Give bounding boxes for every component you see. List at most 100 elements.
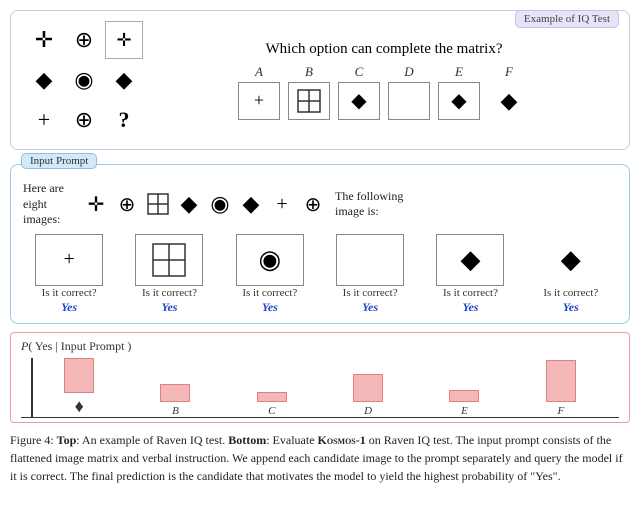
candidate-b-box — [135, 234, 203, 286]
bar-col-a: ♦ — [31, 358, 127, 417]
prompt-text-left: Here are eight images: — [23, 181, 78, 228]
figure-caption: Figure 4: Top: An example of Raven IQ te… — [10, 431, 630, 485]
bar-e — [449, 390, 479, 402]
caption-top-text: : An example of Raven IQ test. — [76, 433, 228, 447]
prompt-sym-4: ◆ — [175, 190, 203, 218]
matrix-cell-5: ◉ — [65, 61, 103, 99]
candidate-e-box: ◆ — [436, 234, 504, 286]
candidate-a-box: + — [35, 234, 103, 286]
candidates-section: + Is it correct? Yes Is it correct? Yes — [23, 228, 617, 315]
matrix-cell-2: ⊕ — [65, 21, 103, 59]
candidate-a-yes: Yes — [61, 300, 77, 315]
prompt-text-right: The following image is: — [335, 189, 403, 220]
option-b: B — [288, 64, 330, 120]
input-prompt-panel: Input Prompt Here are eight images: ✛ ⊕ … — [10, 164, 630, 324]
candidate-e-yes: Yes — [462, 300, 478, 315]
bar-col-b: B — [127, 384, 223, 417]
bar-label-b: B — [172, 405, 179, 417]
prompt-sym-6: ◆ — [237, 190, 265, 218]
candidate-b: Is it correct? Yes — [135, 234, 203, 315]
iq-test-label: Example of IQ Test — [515, 10, 619, 28]
prompt-sym-7: + — [268, 190, 296, 218]
option-c: C ◆ — [338, 64, 380, 120]
top-right-section: Which option can complete the matrix? A … — [153, 41, 615, 120]
caption-bottom-text: : Evaluate — [266, 433, 317, 447]
candidate-f-yes: Yes — [563, 300, 579, 315]
candidate-f-label: Is it correct? — [543, 287, 598, 299]
bar-col-c: C — [224, 392, 320, 417]
bar-f — [546, 360, 576, 402]
prompt-panel-label: Input Prompt — [21, 153, 97, 169]
option-d-box — [388, 82, 430, 120]
matrix-cell-1: ✛ — [25, 21, 63, 59]
candidate-e-label: Is it correct? — [443, 287, 498, 299]
caption-bottom-label: Bottom — [228, 433, 266, 447]
candidates-row: + Is it correct? Yes Is it correct? Yes — [23, 234, 617, 315]
bar-a — [64, 358, 94, 393]
prompt-sym-5: ◉ — [206, 190, 234, 218]
bar-col-f: F — [513, 360, 609, 417]
bar-label-c: C — [268, 405, 275, 417]
matrix-grid: ✛ ⊕ ✛ ◆ ◉ ◆ + ⊕ ? — [25, 21, 143, 139]
option-e-label: E — [455, 64, 463, 80]
caption-kosmos: Kosmos-1 — [318, 433, 366, 447]
candidate-c-box: ◉ — [236, 234, 304, 286]
caption-top-label: Top — [57, 433, 77, 447]
option-f-box: ◆ — [488, 82, 530, 120]
chart-yaxis — [31, 358, 33, 417]
bar-col-d: D — [320, 374, 416, 417]
candidate-c: ◉ Is it correct? Yes — [236, 234, 304, 315]
option-c-box: ◆ — [338, 82, 380, 120]
bar-b — [160, 384, 190, 402]
option-f: F ◆ — [488, 64, 530, 120]
matrix-cell-6: ◆ — [105, 61, 143, 99]
bar-col-e: E — [416, 390, 512, 417]
candidate-b-yes: Yes — [161, 300, 177, 315]
bar-label-e: E — [461, 405, 468, 417]
candidate-d: Is it correct? Yes — [336, 234, 404, 315]
option-b-box — [288, 82, 330, 120]
options-row: A + B C ◆ — [153, 64, 615, 120]
option-d: D — [388, 64, 430, 120]
matrix-cell-4: ◆ — [25, 61, 63, 99]
chart-formula: P( Yes | Input Prompt ) — [21, 339, 619, 354]
candidate-f: ◆ Is it correct? Yes — [537, 234, 605, 315]
prompt-sym-8: ⊕ — [299, 190, 327, 218]
question-text: Which option can complete the matrix? — [153, 41, 615, 58]
option-b-label: B — [305, 64, 313, 80]
chart-bars-area: ♦ B C D E F — [21, 358, 619, 418]
bar-c — [257, 392, 287, 402]
prompt-images-row: ✛ ⊕ ◆ ◉ ◆ + ⊕ — [82, 190, 327, 218]
candidate-f-box: ◆ — [537, 234, 605, 286]
prompt-sym-3 — [144, 190, 172, 218]
candidate-a-label: Is it correct? — [42, 287, 97, 299]
option-c-label: C — [355, 64, 364, 80]
option-a-box: + — [238, 82, 280, 120]
prompt-sym-2: ⊕ — [113, 190, 141, 218]
candidate-c-yes: Yes — [262, 300, 278, 315]
matrix-cell-3: ✛ — [105, 21, 143, 59]
matrix-cell-8: ⊕ — [65, 101, 103, 139]
option-a: A + — [238, 64, 280, 120]
matrix-cell-7: + — [25, 101, 63, 139]
candidate-a: + Is it correct? Yes — [35, 234, 103, 315]
option-a-label: A — [255, 64, 263, 80]
prompt-sym-1: ✛ — [82, 190, 110, 218]
bar-label-f: F — [557, 405, 564, 417]
bar-label-d: D — [364, 405, 372, 417]
candidate-d-label: Is it correct? — [343, 287, 398, 299]
option-e-box: ◆ — [438, 82, 480, 120]
candidate-d-box — [336, 234, 404, 286]
candidate-c-label: Is it correct? — [242, 287, 297, 299]
option-e: E ◆ — [438, 64, 480, 120]
candidate-d-yes: Yes — [362, 300, 378, 315]
bar-label-a: ♦ — [75, 396, 84, 417]
option-d-label: D — [404, 64, 413, 80]
candidate-b-label: Is it correct? — [142, 287, 197, 299]
chart-panel: P( Yes | Input Prompt ) ♦ B C D E — [10, 332, 630, 423]
prompt-main-row: Here are eight images: ✛ ⊕ ◆ ◉ ◆ + ⊕ The… — [23, 181, 617, 228]
matrix-cell-9: ? — [105, 101, 143, 139]
formula-p: P( Yes | Input Prompt ) — [21, 339, 131, 353]
candidate-e: ◆ Is it correct? Yes — [436, 234, 504, 315]
option-f-label: F — [505, 64, 513, 80]
